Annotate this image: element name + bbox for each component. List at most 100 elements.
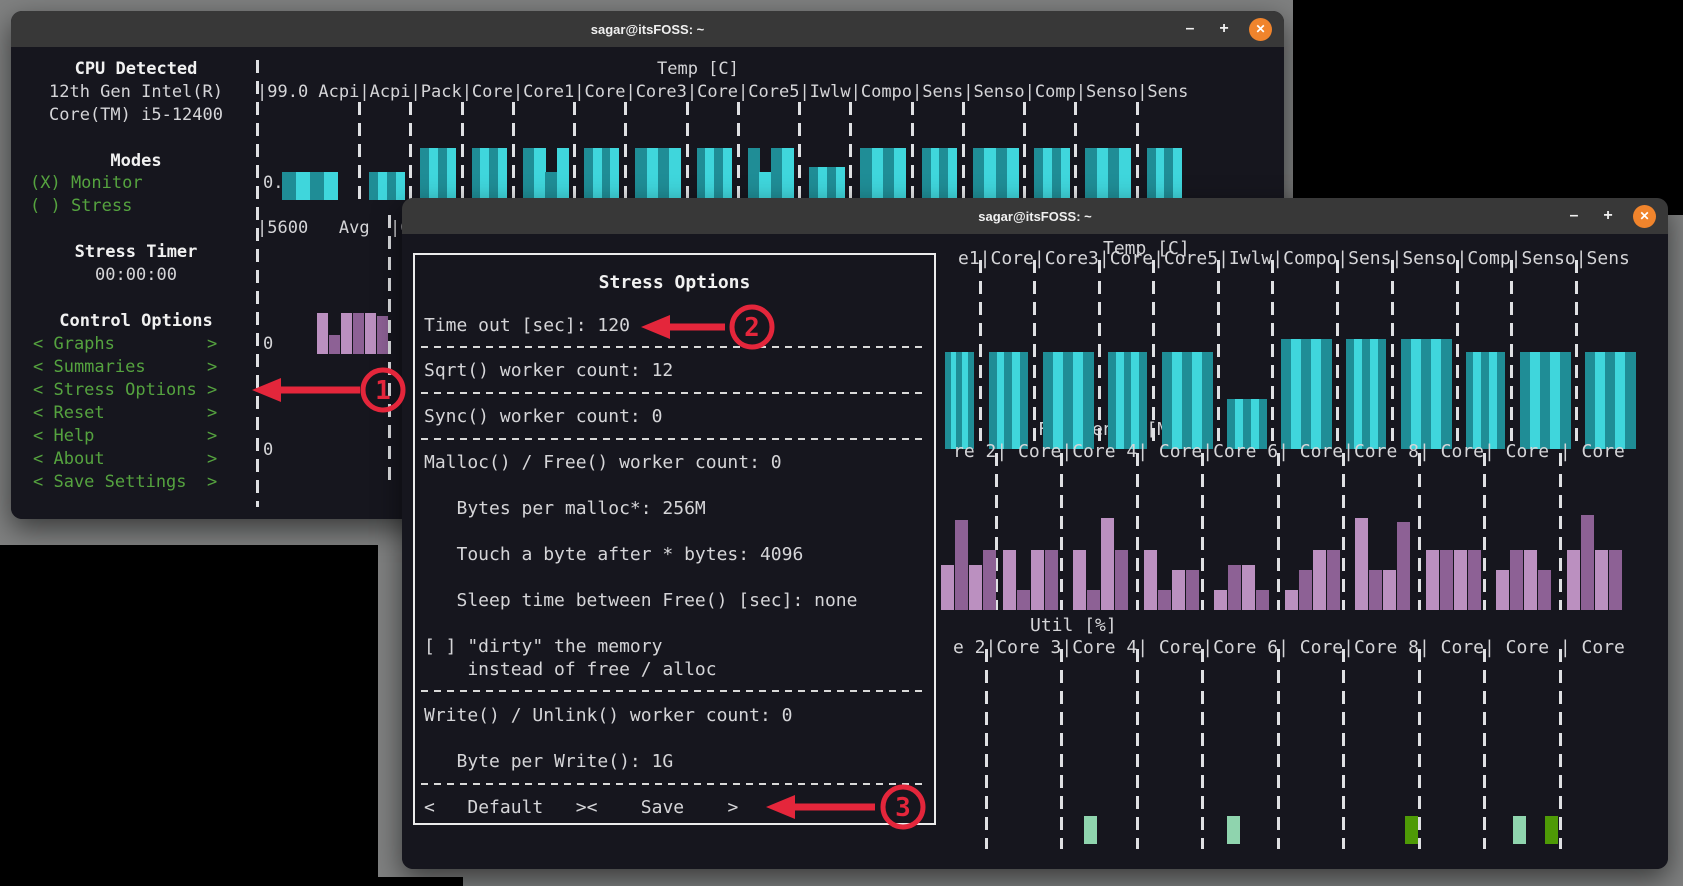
graph-column-separator [1271, 260, 1274, 449]
graph-column-separator [1201, 453, 1204, 610]
temp-graph-title: Temp [C] [657, 58, 739, 81]
freq-bar [1496, 570, 1509, 610]
temp-bar-group [1173, 148, 1182, 200]
temp-bar-group [429, 148, 438, 200]
graph-column-separator [1136, 102, 1139, 200]
graph-column-separator [1575, 260, 1578, 449]
freq-graph-header: re 2| Core|Core 4| Core|Core 6| Core|Cor… [953, 440, 1625, 463]
window1-titlebar[interactable]: sagar@itsFOSS: ~ – + ✕ [11, 11, 1284, 47]
temp-bar-group [997, 352, 1005, 449]
temp-bar-group [1202, 352, 1213, 449]
graph-column-separator [1559, 649, 1562, 849]
window2-title: sagar@itsFOSS: ~ [978, 209, 1091, 224]
sidebar-item-save-settings[interactable]: < Save Settings > [33, 471, 217, 494]
freq-bar [1355, 518, 1368, 610]
stress-options-dialog: Stress OptionsTime out [sec]: 120Sqrt() … [413, 253, 936, 825]
freq-bar [1440, 550, 1453, 610]
graph-column-separator [1418, 453, 1421, 610]
maximize-icon[interactable]: + [1215, 20, 1233, 38]
temp-bar-group [984, 148, 996, 200]
graph-column-separator [1342, 453, 1345, 610]
dialog-field-row[interactable]: Byte per Write(): 1G [424, 750, 673, 773]
temp-bar-group [593, 148, 602, 200]
graph-column-separator [1023, 102, 1026, 200]
temp-bar-group [282, 172, 296, 200]
graph-column-separator [512, 102, 515, 200]
stress-timer-value: 00:00:00 [11, 264, 261, 287]
sidebar-item-summaries[interactable]: < Summaries > [33, 356, 217, 379]
temp-bar-group [1362, 339, 1370, 449]
graph-column-separator [1456, 260, 1459, 449]
temp-bar-group [939, 148, 948, 200]
temp-bar-group [705, 148, 714, 200]
temp-bar-group [894, 148, 906, 200]
dialog-separator [421, 783, 928, 785]
dialog-field-row[interactable]: Touch a byte after * bytes: 4096 [424, 543, 803, 566]
graph-column-separator [1060, 453, 1063, 610]
freq-bar [1609, 550, 1622, 610]
dirty-memory-checkbox[interactable]: [ ] "dirty" the memory [424, 635, 662, 658]
freq-bar [1031, 550, 1044, 610]
graph-column-separator [1136, 649, 1139, 849]
temp-bar-group [1043, 148, 1052, 200]
freq-bar [1144, 550, 1157, 610]
sidebar-item-reset[interactable]: < Reset > [33, 402, 217, 425]
freq-bar [1327, 550, 1340, 610]
temp-bar-group [378, 172, 387, 200]
mode-monitor-radio[interactable]: (X) Monitor [30, 172, 143, 195]
dialog-field-row: instead of free / alloc [424, 658, 717, 681]
temp-bar-group [860, 148, 872, 200]
save-button[interactable]: Save [641, 797, 684, 818]
control-options-heading: Control Options [11, 310, 261, 333]
cpu-model-line1: 12th Gen Intel(R) [11, 81, 261, 104]
graph-column-separator [1483, 649, 1486, 849]
temp-bar-group [1108, 352, 1116, 449]
util-bar [1513, 816, 1526, 844]
default-button[interactable]: Default [467, 797, 543, 818]
dialog-field-row[interactable]: Sleep time between Free() [sec]: none [424, 589, 857, 612]
maximize-icon[interactable]: + [1599, 207, 1617, 225]
dialog-field-row[interactable]: Sync() worker count: 0 [424, 405, 662, 428]
temp-bar-group [610, 148, 619, 200]
dialog-field-row[interactable]: Bytes per malloc*: 256M [424, 497, 706, 520]
temp-bar-group [1473, 352, 1481, 449]
temp-bar-group [723, 148, 732, 200]
temp-bar-group [447, 148, 456, 200]
minimize-icon[interactable]: – [1181, 20, 1199, 38]
temp-bar-group [1481, 352, 1489, 449]
graph-column-separator [911, 102, 914, 200]
temp-bar-group [438, 148, 447, 200]
temp-bar-group [1156, 148, 1165, 200]
graph-column-separator [1342, 649, 1345, 849]
sidebar-item-about[interactable]: < About > [33, 448, 217, 471]
dialog-field-row[interactable]: Sqrt() worker count: 12 [424, 359, 673, 382]
dialog-field-row[interactable]: Write() / Unlink() worker count: 0 [424, 704, 792, 727]
temp-bar-group [1139, 352, 1147, 449]
freq-bar [955, 520, 968, 610]
sidebar-item-graphs[interactable]: < Graphs > [33, 333, 217, 356]
dialog-field-row[interactable]: Time out [sec]: 120 [424, 314, 630, 337]
window2-titlebar[interactable]: sagar@itsFOSS: ~ – + ✕ [402, 198, 1668, 234]
temp-bar-group [782, 148, 794, 200]
freq-bar [1383, 570, 1396, 610]
dialog-separator [421, 690, 928, 692]
graph-column-separator [1510, 260, 1513, 449]
close-icon[interactable]: ✕ [1249, 18, 1272, 41]
freq-bar [1172, 570, 1185, 610]
graph-column-separator [358, 102, 361, 200]
sidebar-item-help[interactable]: < Help > [33, 425, 217, 448]
sidebar-item-stress-options[interactable]: < Stress Options > [33, 379, 217, 402]
temp-bar-group [324, 172, 338, 200]
button-bracket: < [424, 797, 467, 818]
freq-bar [1524, 550, 1537, 610]
minimize-icon[interactable]: – [1565, 207, 1583, 225]
stress-timer-heading: Stress Timer [11, 241, 261, 264]
freq-bar [1426, 550, 1439, 610]
mode-stress-radio[interactable]: ( ) Stress [30, 195, 132, 218]
dialog-field-row[interactable]: Malloc() / Free() worker count: 0 [424, 451, 782, 474]
temp-bar-group [310, 172, 324, 200]
temp-bar-group [818, 167, 827, 200]
temp-bar-group [1124, 352, 1132, 449]
close-icon[interactable]: ✕ [1633, 205, 1656, 228]
temp-bar-group [1097, 148, 1109, 200]
